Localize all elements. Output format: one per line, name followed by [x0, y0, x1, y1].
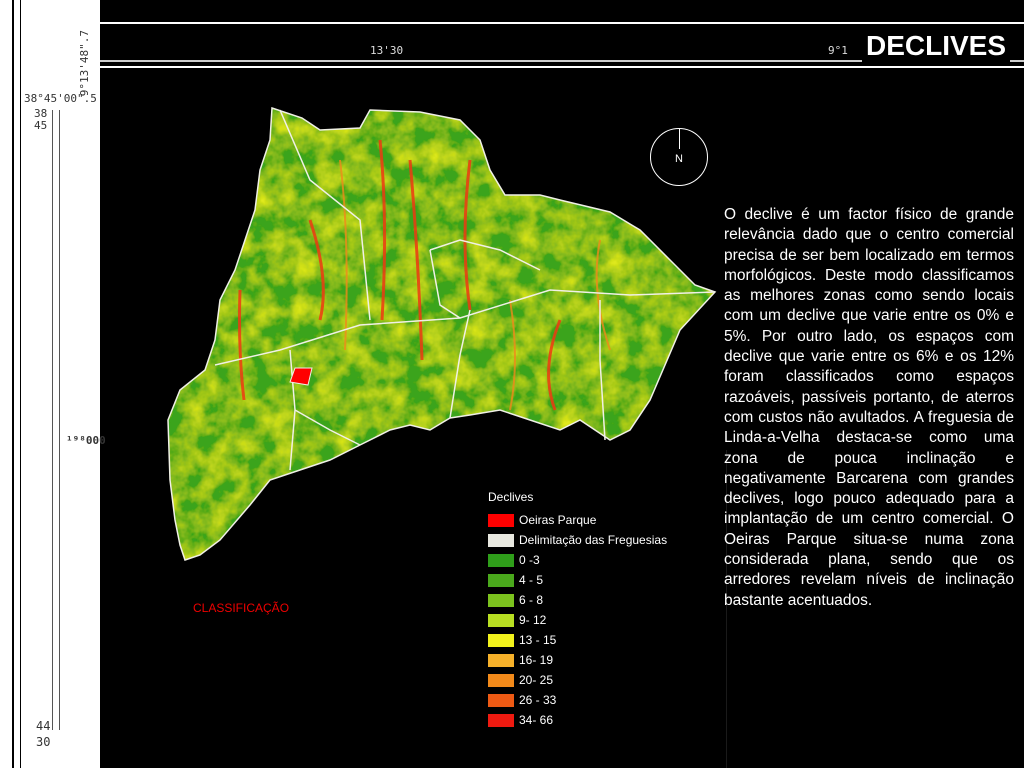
legend-label: 34- 66: [519, 713, 554, 727]
description-text: O declive é um factor físico de grande r…: [724, 206, 1014, 609]
coord-longitude-vertical: 9°13'48".7: [78, 30, 91, 97]
legend-title: Declives: [488, 490, 534, 504]
legend-label: 26 - 33: [519, 693, 557, 707]
slope-surface: [168, 108, 715, 560]
legend-swatch: [488, 634, 514, 647]
legend-swatch: [488, 654, 514, 667]
legend-swatch: [488, 554, 514, 567]
coord-30: 30: [36, 735, 51, 749]
legend-swatch: [488, 534, 514, 547]
legend-label: 9- 12: [519, 613, 547, 627]
legend-label: 4 - 5: [519, 573, 544, 587]
frame-rule: [20, 0, 21, 768]
coord-bottom: 44 30: [36, 718, 50, 750]
legend-label: 0 -3: [519, 553, 540, 567]
legend-label: Oeiras Parque: [519, 513, 597, 527]
page-title: DECLIVES: [861, 30, 1010, 62]
coord-44: 44: [36, 719, 51, 733]
coord-minor-38: 38 45: [34, 108, 47, 132]
legend-label: 20- 25: [519, 673, 554, 687]
legend-swatch: [488, 674, 514, 687]
legend-swatch: [488, 714, 514, 727]
legend-swatch: [488, 514, 514, 527]
coord-45: 45: [34, 119, 48, 132]
legend-swatch: [488, 594, 514, 607]
coord-198000: ¹⁹⁸000: [66, 434, 106, 447]
legend-swatch: [488, 574, 514, 587]
legend-label: Delimitação das Freguesias: [519, 533, 668, 547]
legend-label: 13 - 15: [519, 633, 557, 647]
north-needle: [679, 129, 680, 149]
legend-label: 6 - 8: [519, 593, 544, 607]
north-label: N: [675, 153, 683, 165]
north-arrow-icon: N: [650, 128, 708, 186]
map-frame-border: 38°45'00".5 9°13'48".7 38 45 ¹⁹⁸000 44 3…: [0, 0, 106, 768]
legend-swatch: [488, 614, 514, 627]
classification-label: CLASSIFICAÇÃO: [193, 601, 290, 615]
top-tick-label: 9°1: [828, 44, 848, 57]
frame-scale-bar: [52, 110, 60, 730]
legend-label: 16- 19: [519, 653, 554, 667]
slope-map: [167, 106, 717, 561]
frame-rule: [12, 0, 14, 768]
top-tick-label: 13'30: [370, 44, 404, 57]
legend-swatch: [488, 694, 514, 707]
